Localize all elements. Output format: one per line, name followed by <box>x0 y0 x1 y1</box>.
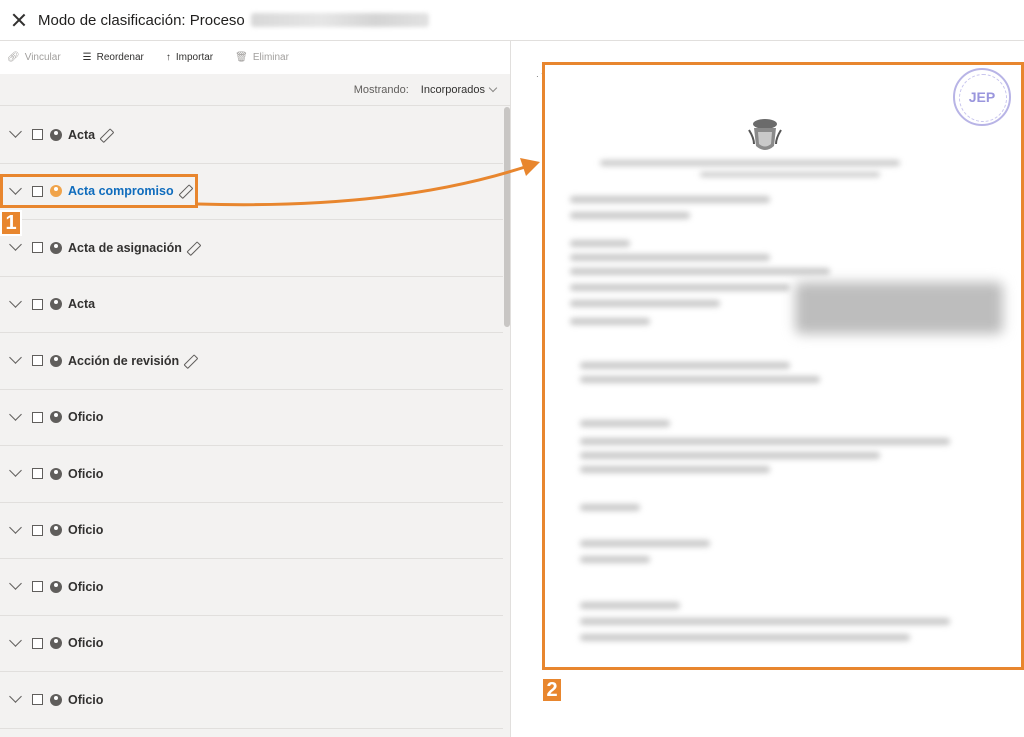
item-checkbox[interactable] <box>32 581 43 593</box>
redacted-process-name <box>250 13 429 27</box>
filter-dropdown[interactable]: Incorporados <box>421 84 485 96</box>
list-item: Oficio <box>0 672 503 729</box>
chevron-down-icon[interactable] <box>488 83 498 92</box>
item-label[interactable]: Acta <box>68 297 95 311</box>
type-badge-icon <box>50 298 62 311</box>
list-item: Acción de revisión <box>0 333 503 390</box>
callout-number-1: 1 <box>0 210 22 236</box>
header-bar: Modo de clasificación: Proceso <box>0 0 1024 41</box>
edit-pencil-icon[interactable] <box>187 242 199 254</box>
type-badge-icon <box>50 411 62 424</box>
item-label[interactable]: Acta de asignación <box>68 241 182 255</box>
trash-icon: 🗑︎ <box>235 52 248 63</box>
item-checkbox[interactable] <box>32 694 43 706</box>
item-checkbox[interactable] <box>32 298 43 310</box>
type-badge-icon <box>50 241 62 254</box>
item-checkbox[interactable] <box>32 524 43 536</box>
edit-pencil-icon[interactable] <box>184 355 196 367</box>
list-item: Acta de asignación <box>0 220 503 277</box>
list-item: Oficio <box>0 446 503 503</box>
vincular-button[interactable]: 🔗︎ Vincular <box>7 52 61 63</box>
type-badge-icon <box>50 693 62 706</box>
list-item: Acta <box>0 107 503 164</box>
list-item: Acta <box>0 277 503 333</box>
importar-button[interactable]: ↑ Importar <box>166 52 213 63</box>
expand-chevron-icon[interactable] <box>9 238 22 252</box>
item-checkbox[interactable] <box>32 242 43 254</box>
expand-chevron-icon[interactable] <box>9 690 22 704</box>
reorder-icon: ☰ <box>82 52 92 63</box>
expand-chevron-icon[interactable] <box>9 407 22 421</box>
callout-highlight-2 <box>542 62 1024 670</box>
eliminar-label: Eliminar <box>252 52 289 63</box>
expand-chevron-icon[interactable] <box>9 633 22 647</box>
reordenar-button[interactable]: ☰ Reordenar <box>83 52 144 63</box>
item-label[interactable]: Oficio <box>68 636 103 650</box>
link-icon: 🔗︎ <box>7 52 20 63</box>
expand-chevron-icon[interactable] <box>9 577 22 591</box>
expand-chevron-icon[interactable] <box>9 520 22 534</box>
item-label[interactable]: Oficio <box>68 467 103 481</box>
type-badge-icon <box>50 467 62 480</box>
item-checkbox[interactable] <box>32 129 43 141</box>
item-checkbox[interactable] <box>32 468 43 480</box>
filter-label: Mostrando: <box>353 83 409 96</box>
vincular-label: Vincular <box>24 52 61 63</box>
list-item: Oficio <box>0 390 503 446</box>
list-scrollbar[interactable] <box>504 107 510 327</box>
item-label[interactable]: Oficio <box>68 410 103 424</box>
type-badge-icon <box>50 580 62 593</box>
item-label[interactable]: Acta <box>68 128 95 142</box>
type-badge-icon <box>50 128 62 141</box>
expand-chevron-icon[interactable] <box>9 351 22 365</box>
classification-panel: 🔗︎ Vincular ☰ Reordenar ↑ Importar 🗑︎ El… <box>0 41 511 737</box>
edit-pencil-icon[interactable] <box>100 129 112 141</box>
item-checkbox[interactable] <box>32 355 43 367</box>
close-icon[interactable] <box>12 13 26 27</box>
type-badge-icon <box>50 637 62 650</box>
item-checkbox[interactable] <box>32 637 43 649</box>
item-label[interactable]: Acción de revisión <box>68 354 179 368</box>
list-item: Oficio <box>0 559 503 616</box>
callout-highlight-1 <box>0 174 198 208</box>
callout-number-2: 2 <box>541 677 563 703</box>
toolbar: 🔗︎ Vincular ☰ Reordenar ↑ Importar 🗑︎ El… <box>0 41 510 74</box>
upload-icon: ↑ <box>165 52 171 63</box>
item-checkbox[interactable] <box>32 411 43 423</box>
list-item: Oficio <box>0 503 503 559</box>
type-badge-icon <box>50 524 62 537</box>
expand-chevron-icon[interactable] <box>9 125 22 139</box>
item-label[interactable]: Oficio <box>68 523 103 537</box>
item-label[interactable]: Oficio <box>68 693 103 707</box>
page-title: Modo de clasificación: Proceso <box>38 11 245 29</box>
reordenar-label: Reordenar <box>96 52 144 63</box>
expand-chevron-icon[interactable] <box>9 294 22 308</box>
importar-label: Importar <box>175 52 214 63</box>
expand-chevron-icon[interactable] <box>9 464 22 478</box>
item-label[interactable]: Oficio <box>68 580 103 594</box>
list-item: Oficio <box>0 616 503 672</box>
type-badge-icon <box>50 354 62 367</box>
eliminar-button[interactable]: 🗑︎ Eliminar <box>235 52 289 63</box>
filter-bar: Mostrando: Incorporados <box>0 74 510 106</box>
